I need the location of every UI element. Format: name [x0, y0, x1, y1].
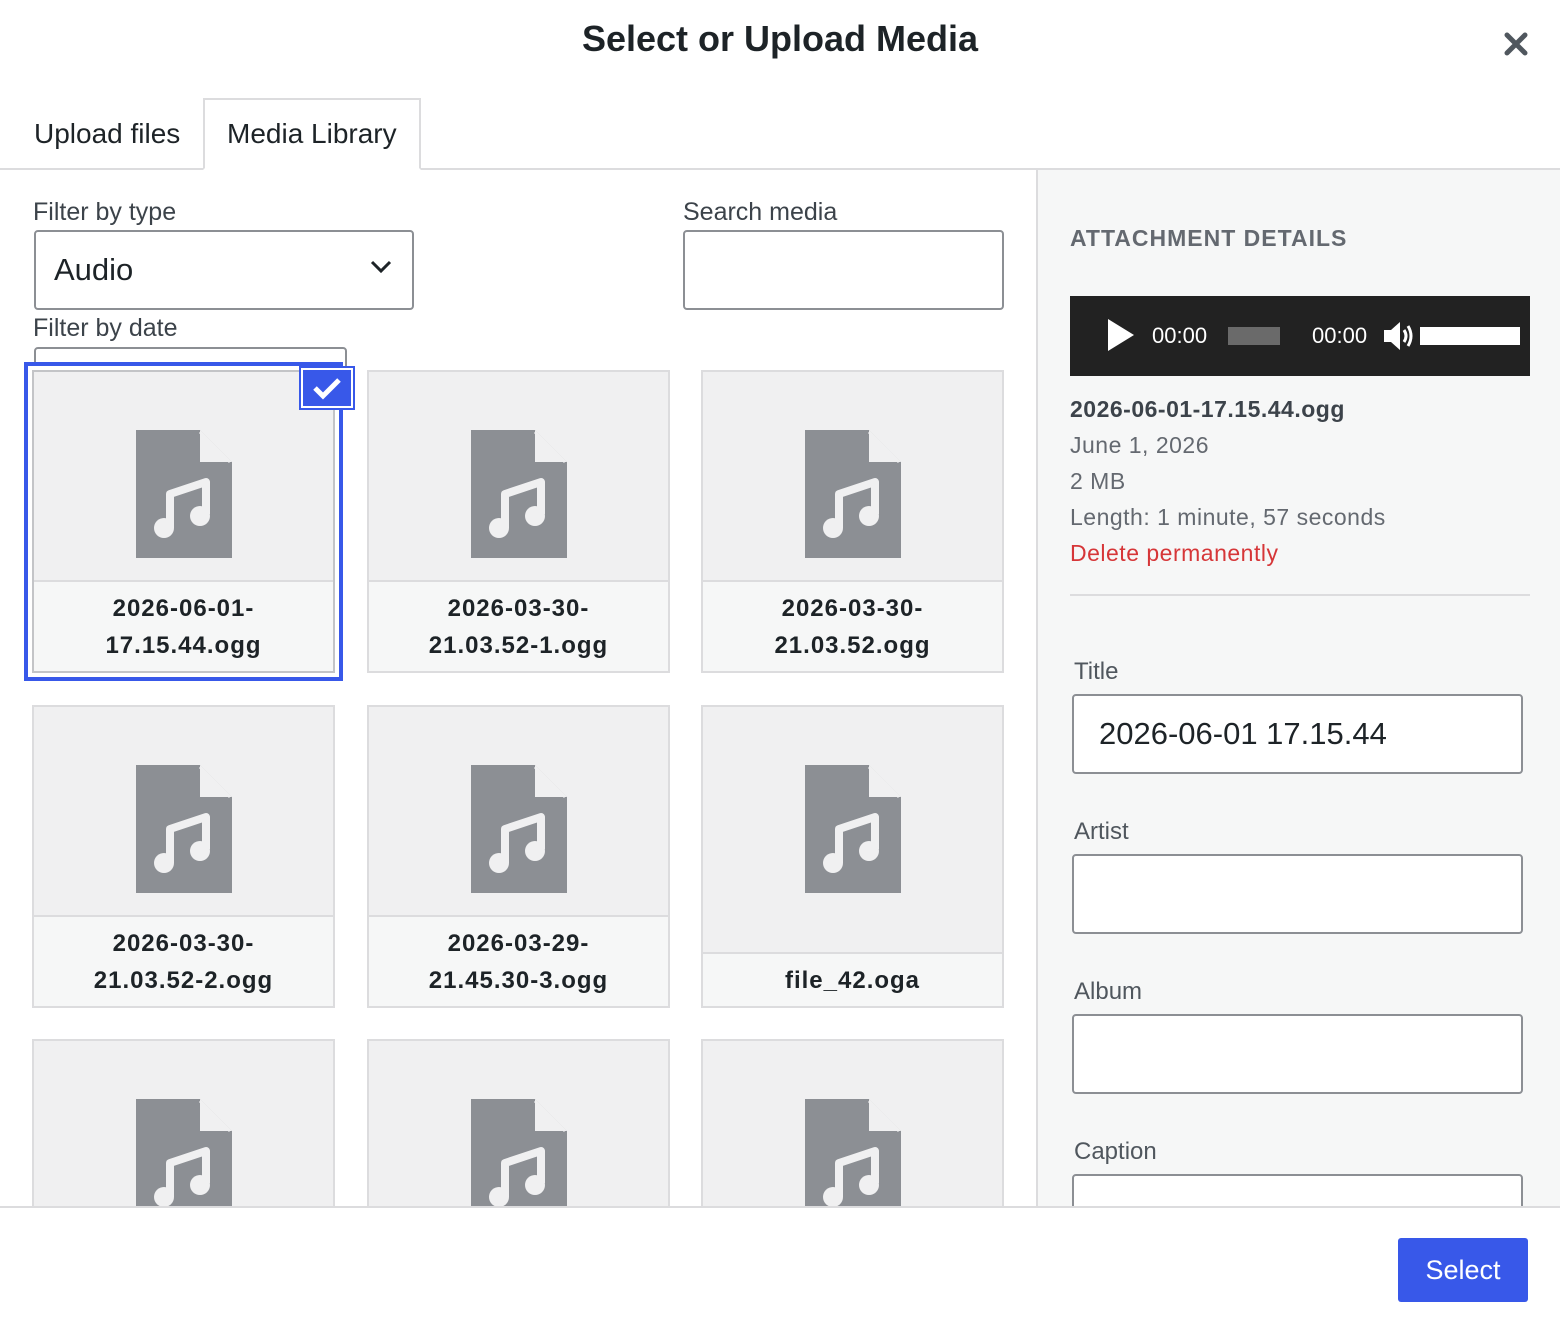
modal-header: Select or Upload Media [0, 0, 1560, 96]
search-media-label: Search media [683, 198, 838, 226]
attachment-details-heading: ATTACHMENT DETAILS [1070, 225, 1348, 251]
filter-type-label: Filter by type [33, 198, 177, 226]
attachment-length: Length: 1 minute, 57 seconds [1070, 504, 1386, 530]
attachment-date: June 1, 2026 [1070, 432, 1210, 458]
media-item[interactable]: 2026-03-30- 21.03.52.ogg [701, 370, 1004, 673]
media-item[interactable] [32, 1039, 335, 1206]
volume-slider[interactable] [1420, 327, 1520, 345]
media-item[interactable]: 2026-03-30- 21.03.52-1.ogg [367, 370, 670, 673]
audio-file-icon [34, 372, 333, 582]
title-field[interactable]: 2026-06-01 17.15.44 [1072, 694, 1523, 774]
media-item[interactable] [701, 1039, 1004, 1206]
chevron-down-icon [370, 260, 392, 274]
media-tabs: Upload files Media Library [0, 98, 1560, 170]
divider [1070, 594, 1530, 596]
audio-player: 00:00 00:00 [1070, 296, 1530, 376]
search-media-input[interactable] [683, 230, 1004, 310]
artist-label: Artist [1074, 818, 1129, 845]
title-label: Title [1074, 658, 1119, 685]
audio-file-icon [369, 1041, 668, 1206]
album-label: Album [1074, 978, 1143, 1005]
media-item[interactable]: file_42.oga [701, 705, 1004, 1008]
tab-upload-files[interactable]: Upload files [12, 98, 202, 170]
delete-permanently-link[interactable]: Delete permanently [1070, 540, 1278, 567]
attachment-filename: 2026-06-01-17.15.44.ogg [1070, 396, 1345, 422]
artist-field[interactable] [1072, 854, 1523, 934]
modal-title: Select or Upload Media [581, 18, 979, 59]
attachment-size: 2 MB [1070, 468, 1126, 494]
audio-file-icon [369, 372, 668, 582]
tab-media-library[interactable]: Media Library [203, 98, 421, 170]
select-button[interactable]: Select [1398, 1238, 1528, 1302]
filter-type-value: Audio [54, 252, 134, 287]
media-browser: Filter by type Audio Search media Filter… [0, 170, 1036, 1206]
media-item[interactable] [367, 1039, 670, 1206]
media-item-filename: 2026-03-30- 21.03.52-1.ogg [369, 580, 668, 671]
media-item-filename: 2026-03-29- 21.45.30-3.ogg [369, 915, 668, 1006]
media-item[interactable]: 2026-06-01- 17.15.44.ogg [32, 370, 335, 673]
volume-icon[interactable] [1382, 318, 1418, 354]
media-item-filename: file_42.oga [703, 952, 1002, 1006]
media-item[interactable]: 2026-03-30- 21.03.52-2.ogg [32, 705, 335, 1008]
album-field[interactable] [1072, 1014, 1523, 1094]
caption-label: Caption [1074, 1138, 1157, 1165]
close-icon[interactable] [1500, 28, 1532, 60]
audio-file-icon [34, 707, 333, 917]
media-item[interactable]: 2026-03-29- 21.45.30-3.ogg [367, 705, 670, 1008]
current-time: 00:00 [1152, 323, 1208, 348]
filter-date-label: Filter by date [33, 314, 178, 342]
progress-rail[interactable] [1228, 327, 1280, 345]
modal-footer: Select [0, 1206, 1560, 1328]
media-item-filename: 2026-03-30- 21.03.52-2.ogg [34, 915, 333, 1006]
attachment-details-sidebar: ATTACHMENT DETAILS 00:00 00:00 2026-06-0… [1036, 170, 1560, 1206]
filter-type-select[interactable]: Audio [34, 230, 414, 310]
selected-check-icon[interactable] [301, 368, 353, 408]
audio-file-icon [703, 707, 1002, 917]
audio-file-icon [703, 372, 1002, 582]
audio-file-icon [34, 1041, 333, 1206]
caption-field[interactable] [1072, 1174, 1523, 1206]
audio-file-icon [369, 707, 668, 917]
play-icon[interactable] [1108, 319, 1134, 351]
media-item-filename: 2026-06-01- 17.15.44.ogg [34, 580, 333, 671]
audio-file-icon [703, 1041, 1002, 1206]
duration-time: 00:00 [1312, 323, 1368, 348]
media-item-filename: 2026-03-30- 21.03.52.ogg [703, 580, 1002, 671]
